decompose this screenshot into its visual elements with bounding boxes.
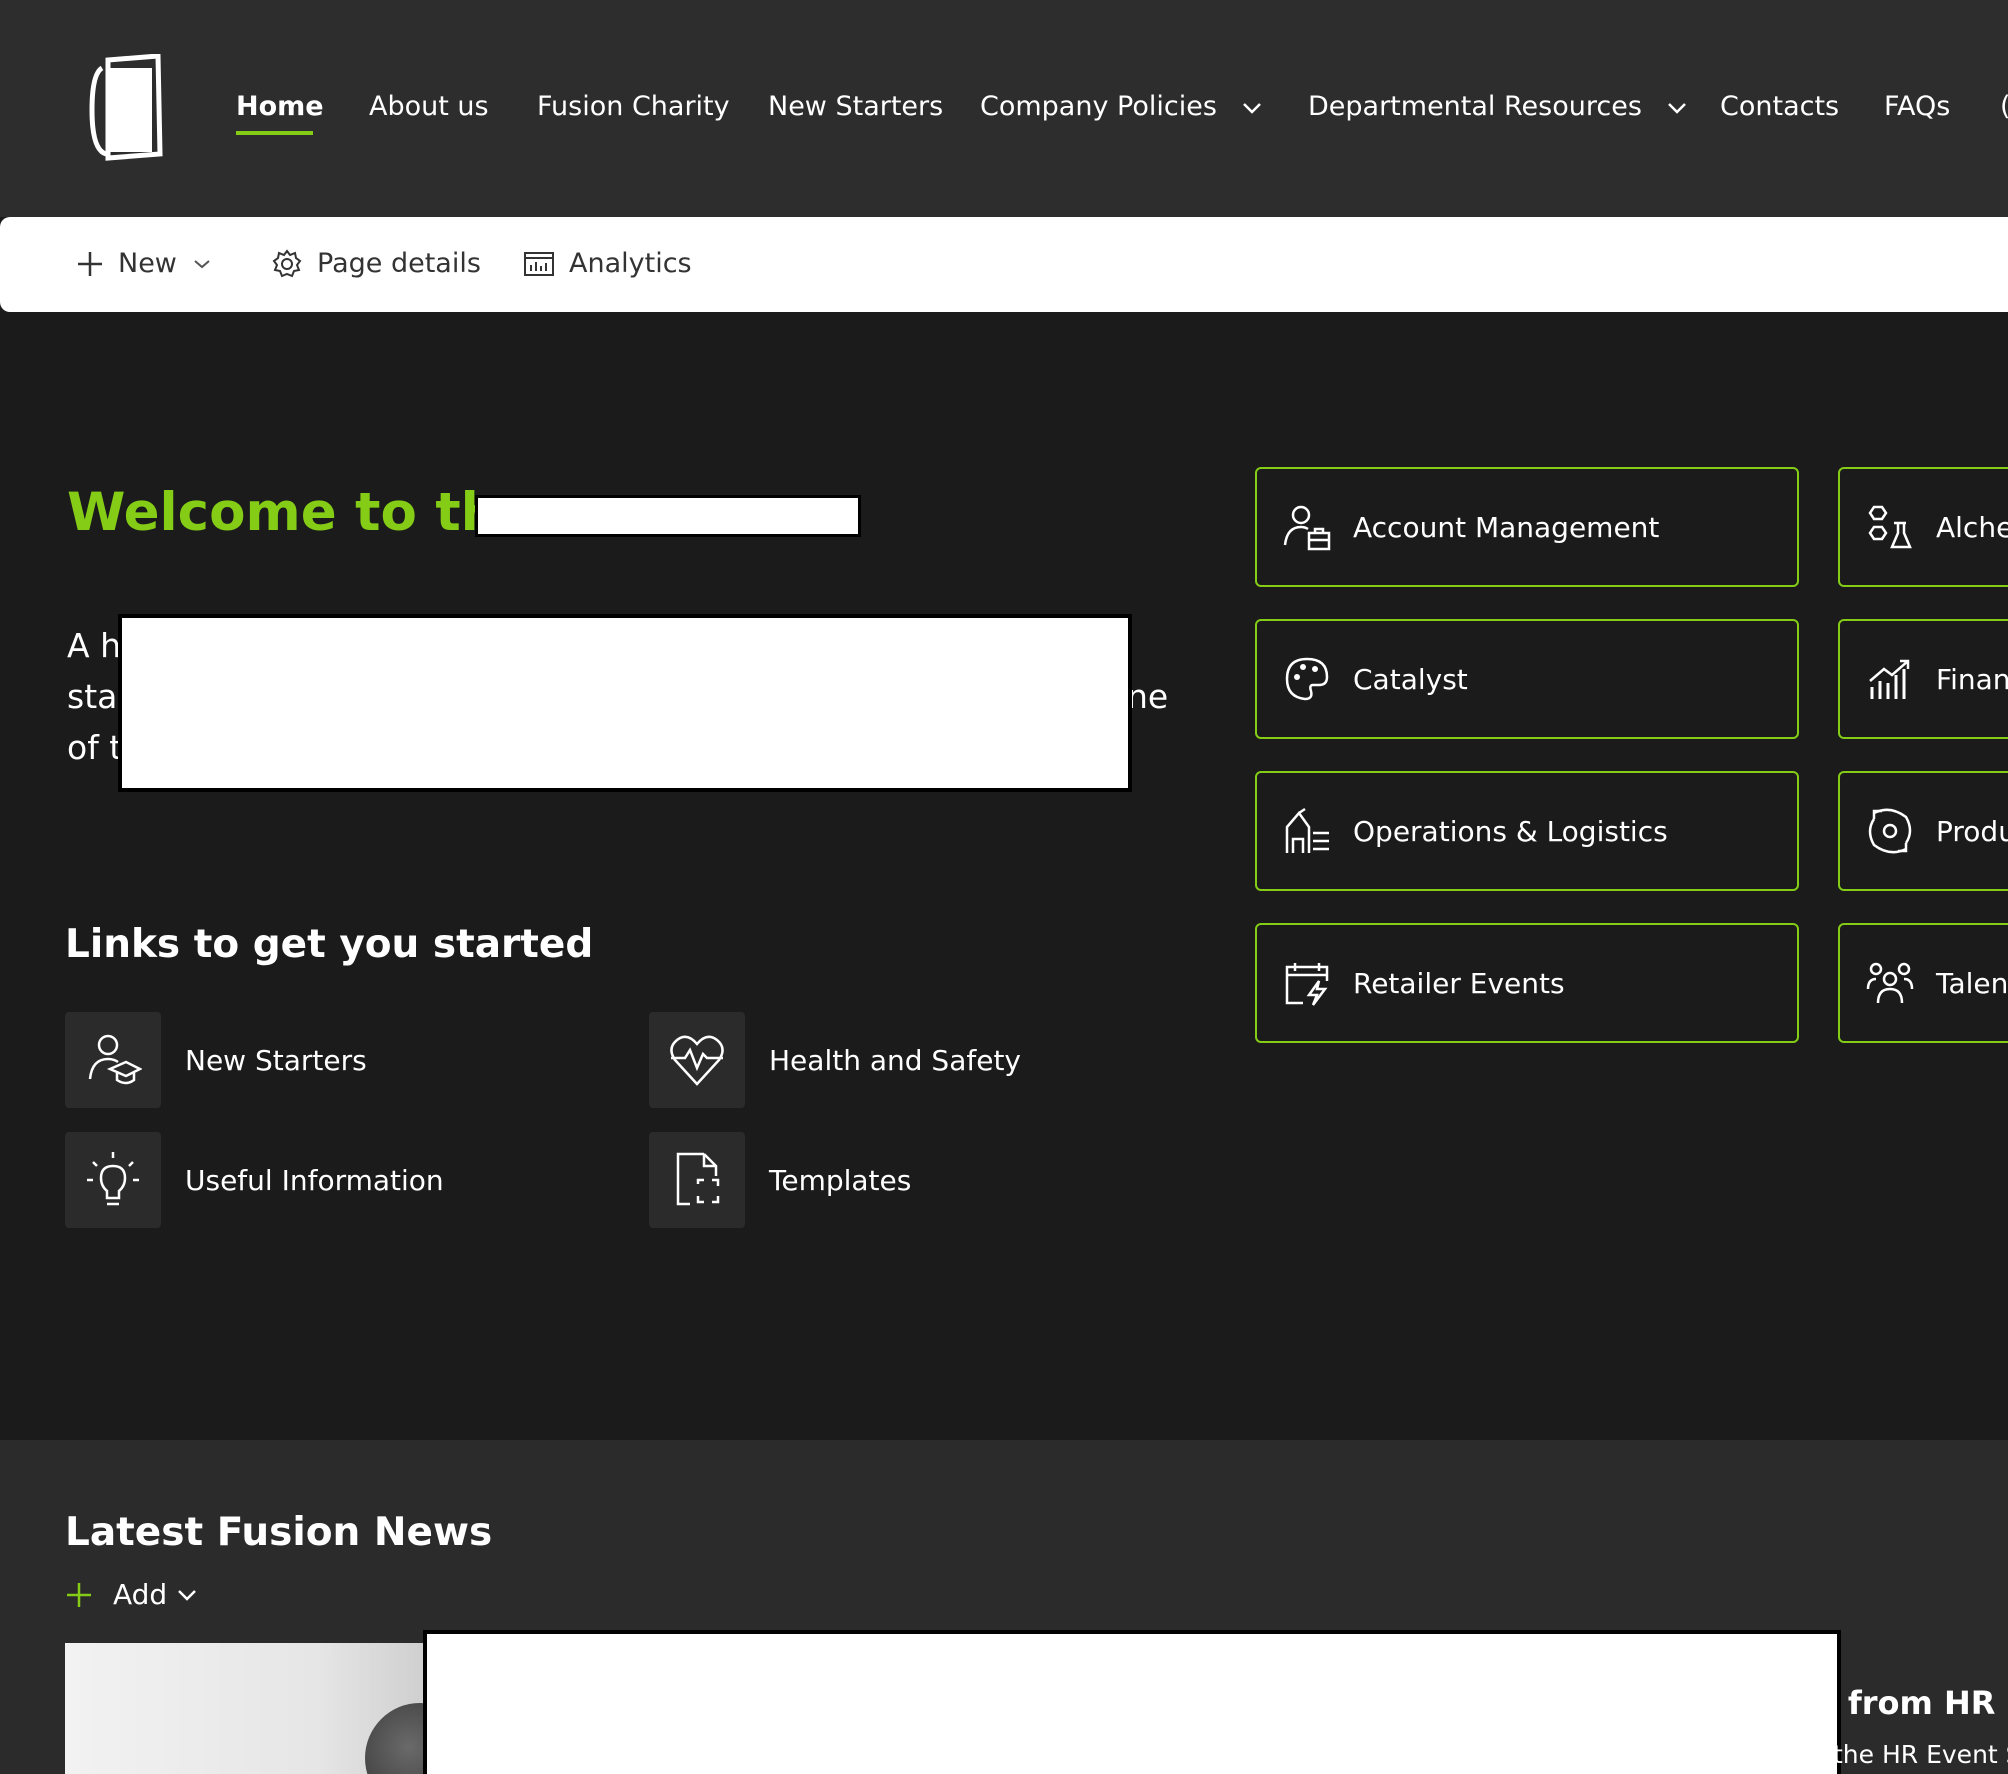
user-briefcase-icon [1281, 501, 1333, 553]
analytics-button[interactable]: Analytics [523, 247, 692, 281]
quick-link-label: Templates [769, 1163, 912, 1197]
nav-active-indicator [236, 131, 313, 135]
add-news-label: Add [113, 1578, 168, 1611]
nav-contacts[interactable]: Contacts [1720, 90, 1839, 124]
quick-link-new-starters[interactable]: New Starters [65, 1012, 367, 1108]
site-header: Home About us Fusion Charity New Starter… [0, 0, 2008, 217]
new-button[interactable]: New [76, 247, 211, 281]
dept-tile-operations-logistics[interactable]: Operations & Logistics [1255, 771, 1799, 891]
nav-departmental-resources[interactable]: Departmental Resources [1308, 90, 1687, 124]
chevron-down-icon [178, 1589, 197, 1601]
flask-icon [1864, 501, 1916, 553]
dept-tile-alcher[interactable]: Alcher [1838, 467, 2008, 587]
dept-tile-label: Alcher [1936, 510, 2008, 544]
people-group-icon [1864, 957, 1916, 1009]
plus-icon [67, 1582, 91, 1607]
gear-cycle-icon [1864, 805, 1916, 857]
news-snippet: the HR Event S [1833, 1740, 2008, 1769]
lightbulb-icon [65, 1132, 161, 1228]
news-section: Latest Fusion News Add e from HR po the … [0, 1440, 2008, 1774]
dept-tile-talent[interactable]: Talent [1838, 923, 2008, 1043]
nav-departmental-resources-label: Departmental Resources [1308, 91, 1642, 122]
news-thumbnail[interactable] [65, 1643, 475, 1774]
site-logo-icon[interactable] [88, 53, 166, 162]
welcome-heading: Welcome to the [67, 482, 535, 543]
nav-new-starters[interactable]: New Starters [768, 90, 943, 124]
intro-line-2-tail: ne [1127, 677, 1169, 716]
calendar-flash-icon [1281, 957, 1333, 1009]
dept-tile-label: Catalyst [1353, 662, 1468, 696]
nav-home[interactable]: Home [236, 90, 324, 124]
gear-icon [272, 249, 302, 278]
analytics-chart-icon [524, 252, 554, 276]
quick-link-label: New Starters [185, 1043, 367, 1077]
graduate-user-icon [65, 1012, 161, 1108]
palette-icon [1281, 653, 1333, 705]
quick-link-label: Health and Safety [769, 1043, 1021, 1077]
dept-tile-label: Operations & Logistics [1353, 814, 1668, 848]
nav-company-policies-label: Company Policies [980, 91, 1217, 122]
dept-tile-label: Financ [1936, 662, 2008, 696]
dept-tile-financ[interactable]: Financ [1838, 619, 2008, 739]
page-details-button[interactable]: Page details [271, 247, 481, 281]
command-bar: New Page details Analytics [0, 217, 2008, 312]
page-details-label: Page details [317, 248, 481, 279]
dept-tile-label: Produ [1936, 814, 2008, 848]
quick-links-title: Links to get you started [65, 922, 594, 967]
nav-about-us[interactable]: About us [369, 90, 489, 124]
news-headline[interactable]: e from HR po [1815, 1684, 2008, 1722]
heart-pulse-icon [649, 1012, 745, 1108]
dept-tile-retailer-events[interactable]: Retailer Events [1255, 923, 1799, 1043]
analytics-label: Analytics [569, 248, 692, 279]
nav-faqs[interactable]: FAQs [1884, 90, 1950, 124]
warehouse-icon [1281, 805, 1333, 857]
dept-tile-produ[interactable]: Produ [1838, 771, 2008, 891]
dept-tile-label: Retailer Events [1353, 966, 1565, 1000]
chart-growth-icon [1864, 653, 1916, 705]
nav-company-policies[interactable]: Company Policies [980, 90, 1262, 124]
nav-overflow-item[interactable]: ( [2000, 90, 2008, 124]
redacted-block [423, 1630, 1841, 1774]
news-title: Latest Fusion News [65, 1510, 493, 1555]
dept-tile-account-management[interactable]: Account Management [1255, 467, 1799, 587]
chevron-down-icon [1667, 102, 1686, 114]
new-button-label: New [118, 248, 177, 279]
quick-link-label: Useful Information [185, 1163, 444, 1197]
quick-link-templates[interactable]: Templates [649, 1132, 911, 1228]
redacted-block [118, 614, 1132, 792]
quick-link-useful-information[interactable]: Useful Information [65, 1132, 444, 1228]
chevron-down-icon [194, 260, 210, 269]
dept-tile-label: Account Management [1353, 510, 1660, 544]
redacted-block [475, 495, 861, 537]
document-template-icon [649, 1132, 745, 1228]
quick-link-health-safety[interactable]: Health and Safety [649, 1012, 1021, 1108]
chevron-down-icon [1242, 102, 1261, 114]
dept-tile-catalyst[interactable]: Catalyst [1255, 619, 1799, 739]
add-news-button[interactable]: Add [65, 1578, 197, 1611]
plus-icon [78, 252, 102, 276]
hero-section: Welcome to the A h star ne of t Links to … [0, 312, 2008, 1440]
nav-fusion-charity[interactable]: Fusion Charity [537, 90, 730, 124]
dept-tile-label: Talent [1936, 966, 2008, 1000]
